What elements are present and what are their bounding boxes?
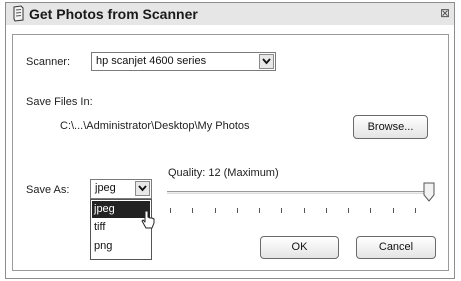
save-as-label: Save As: [26, 184, 70, 196]
slider-tick [392, 208, 394, 213]
slider-tick [370, 208, 372, 213]
scanner-select-value: hp scanjet 4600 series [96, 55, 207, 67]
scanner-select[interactable]: hp scanjet 4600 series [91, 52, 276, 71]
slider-tick [281, 208, 283, 213]
ok-button[interactable]: OK [260, 236, 339, 259]
slider-tick [303, 208, 305, 213]
chevron-down-icon[interactable] [135, 181, 150, 196]
format-option[interactable]: png [92, 238, 150, 255]
save-as-select[interactable]: jpeg [90, 179, 152, 199]
slider-tick [259, 208, 261, 213]
save-as-select-value: jpeg [95, 182, 116, 194]
slider-tick [325, 208, 327, 213]
slider-tick [348, 208, 350, 213]
chevron-down-icon[interactable] [259, 54, 274, 69]
save-files-label: Save Files In: [26, 96, 93, 108]
quality-label: Quality: 12 (Maximum) [168, 167, 279, 179]
scanner-label: Scanner: [26, 56, 71, 68]
quality-slider-thumb[interactable] [423, 182, 435, 206]
mouse-pointer-icon [141, 210, 157, 234]
slider-tick [192, 208, 194, 213]
cancel-button[interactable]: Cancel [356, 236, 436, 259]
title-bar[interactable]: Get Photos from Scanner ⊠ [6, 3, 454, 25]
slider-tick [415, 208, 416, 213]
quality-slider-track[interactable] [167, 191, 431, 194]
slider-tick [236, 208, 238, 213]
close-icon[interactable]: ⊠ [438, 6, 452, 20]
slider-tick [170, 208, 171, 213]
save-path-text: C:\...\Administrator\Desktop\My Photos [60, 120, 250, 132]
browse-button[interactable]: Browse... [353, 115, 428, 139]
scanner-icon [11, 5, 26, 26]
scanner-dialog: Get Photos from Scanner ⊠ Scanner: hp sc… [0, 0, 461, 281]
slider-tick [214, 208, 216, 213]
dialog-title: Get Photos from Scanner [29, 6, 198, 22]
